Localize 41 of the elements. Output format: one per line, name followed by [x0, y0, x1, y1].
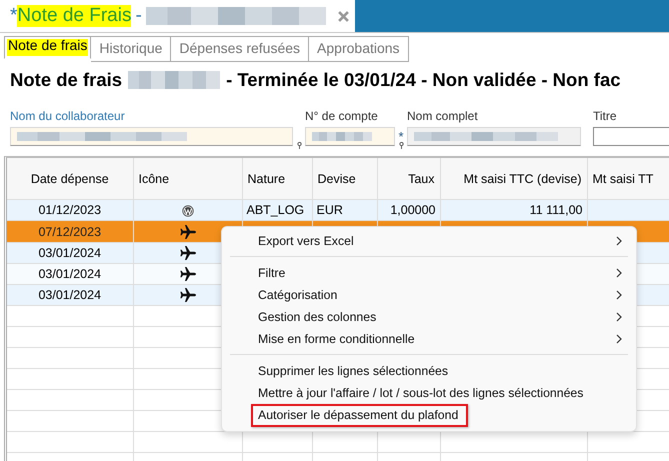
- table-cell: 03/01/2024: [38, 288, 102, 302]
- column-header[interactable]: Nature: [242, 158, 312, 200]
- page-heading-status: - Terminée le 03/01/24 - Non validée - Non fac: [226, 69, 621, 91]
- table-cell: 03/01/2024: [38, 246, 102, 260]
- menu-item[interactable]: Gestion des colonnes: [258, 310, 376, 324]
- column-header[interactable]: Date dépense: [7, 158, 133, 200]
- table-cell: 07/12/2023: [38, 224, 102, 238]
- column-header[interactable]: Devise: [312, 158, 377, 200]
- menu-item[interactable]: Supprimer les lignes sélectionnées: [258, 364, 448, 378]
- menu-item[interactable]: Catégorisation: [258, 288, 338, 302]
- page-heading: Note de frais: [10, 69, 122, 91]
- field-label: Nom complet: [407, 109, 479, 123]
- redacted-text: [312, 132, 372, 141]
- window-title: Note de Frais: [17, 5, 132, 27]
- input-field[interactable]: [593, 127, 669, 146]
- table-cell: ABT_LOG: [246, 203, 304, 217]
- field-label: Titre: [593, 109, 618, 123]
- column-header[interactable]: Mt saisi TT: [587, 158, 669, 200]
- close-icon[interactable]: [338, 10, 349, 22]
- table-cell: 11 111,00: [530, 203, 582, 217]
- table-cell: EUR: [316, 203, 343, 217]
- required-mark: *: [398, 132, 404, 142]
- menu-item[interactable]: Mettre à jour l'affaire / lot / sous-lot des lignes sélectionnées: [258, 386, 584, 400]
- column-header[interactable]: Mt saisi TTC (devise): [440, 158, 587, 200]
- menu-item[interactable]: Filtre: [258, 266, 286, 280]
- menu-item[interactable]: Mise en forme conditionnelle: [258, 332, 415, 346]
- field-label: N° de compte: [305, 109, 379, 123]
- column-header[interactable]: Icône: [133, 158, 242, 200]
- table-row[interactable]: 01/12/2023 ABT_LOG EUR 1,00000 11 111,00: [7, 200, 669, 220]
- tab[interactable]: Dépenses refusées: [171, 36, 310, 62]
- table-cell: 01/12/2023: [38, 203, 102, 217]
- modified-mark: *: [10, 5, 18, 27]
- column-header[interactable]: Taux: [377, 158, 440, 200]
- tab[interactable]: Approbations: [309, 36, 409, 62]
- menu-item[interactable]: Autoriser le dépassement du plafond: [251, 404, 468, 426]
- tab[interactable]: Note de frais: [4, 36, 92, 59]
- table-cell: 1,00000: [390, 203, 436, 217]
- tab[interactable]: Historique: [91, 36, 172, 62]
- table-cell: 03/01/2024: [38, 267, 102, 281]
- field-label: Nom du collaborateur: [10, 109, 126, 123]
- title-separator: -: [135, 5, 142, 27]
